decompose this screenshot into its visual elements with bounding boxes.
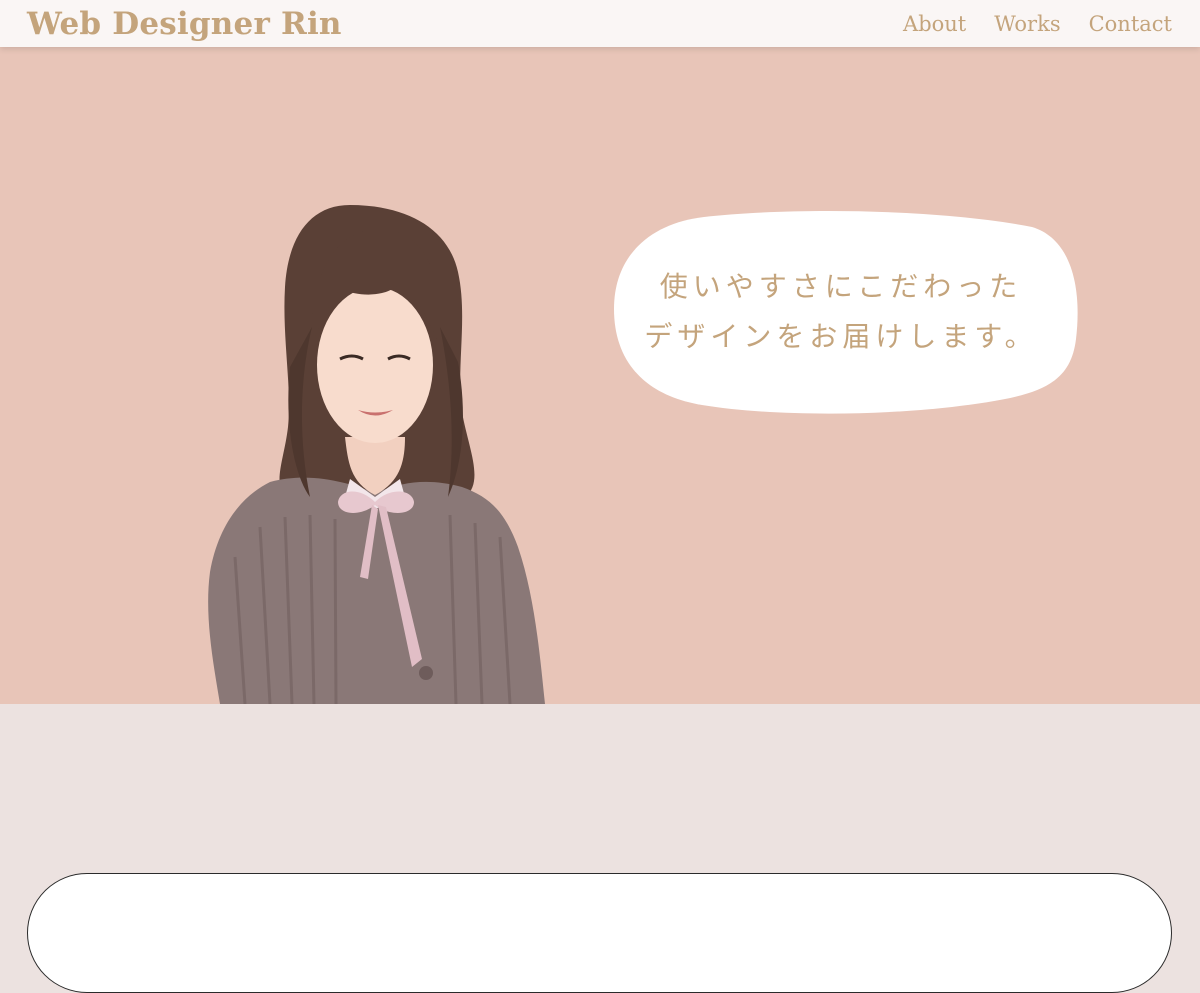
nav-about-link[interactable]: About (903, 8, 966, 40)
site-header: Web Designer Rin About Works Contact (0, 0, 1200, 47)
portrait-illustration (208, 205, 545, 704)
nav-contact-link[interactable]: Contact (1089, 8, 1172, 40)
hero-section: 使いやすさにこだわった デザインをお届けします。 (0, 47, 1200, 704)
content-card (27, 873, 1172, 993)
face (317, 287, 433, 443)
site-logo[interactable]: Web Designer Rin (27, 4, 342, 44)
speech-bubble: 使いやすさにこだわった デザインをお届けします。 (612, 209, 1080, 415)
nav-works-link[interactable]: Works (994, 8, 1060, 40)
speech-bubble-text: 使いやすさにこだわった デザインをお届けします。 (612, 209, 1080, 415)
speech-line-2: デザインをお届けします。 (644, 320, 1038, 353)
cardigan-button (419, 666, 433, 680)
main-nav: About Works Contact (903, 8, 1172, 40)
speech-line-1: 使いやすさにこだわった (659, 270, 1023, 303)
